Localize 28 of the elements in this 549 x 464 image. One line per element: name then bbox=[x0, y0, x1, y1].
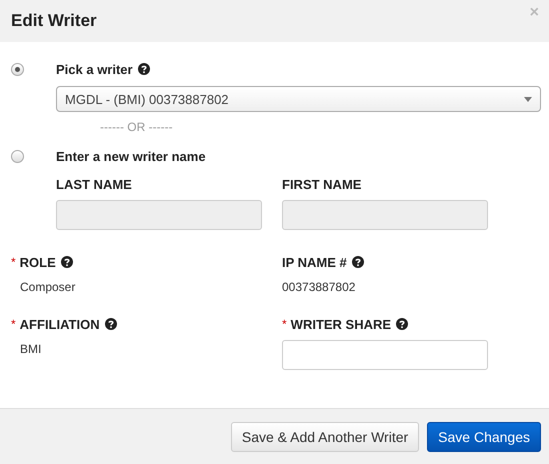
save-button[interactable]: Save Changes bbox=[427, 422, 541, 452]
field-value: Composer bbox=[20, 280, 76, 294]
required-mark: * bbox=[11, 255, 16, 269]
field-value: BMI bbox=[20, 342, 42, 356]
help-icon[interactable] bbox=[60, 256, 73, 268]
caret-icon bbox=[524, 96, 532, 102]
help-icon[interactable] bbox=[352, 256, 364, 268]
field-label: WRITER SHARE bbox=[290, 316, 392, 332]
writer-select[interactable]: MGDL - (BMI) 00373887802 bbox=[56, 86, 541, 112]
radio-button[interactable] bbox=[11, 150, 24, 162]
option-label: Enter a new writer name bbox=[56, 148, 206, 164]
help-icon[interactable] bbox=[104, 318, 117, 330]
separator-text: ------ OR ------ bbox=[100, 120, 173, 134]
field-label: ROLE bbox=[20, 254, 56, 270]
help-icon[interactable] bbox=[138, 63, 150, 75]
radio-button[interactable] bbox=[11, 62, 24, 76]
field-label: IP NAME # bbox=[282, 254, 347, 270]
dialog-title: Edit Writer bbox=[11, 11, 97, 31]
input-field[interactable] bbox=[282, 340, 488, 370]
field-label: FIRST NAME bbox=[282, 177, 362, 192]
required-mark: * bbox=[11, 317, 16, 331]
field-value: 00373887802 bbox=[282, 280, 356, 294]
field-label: LAST NAME bbox=[56, 177, 132, 192]
save-add-button[interactable]: Save & Add Another Writer bbox=[230, 422, 420, 452]
option-label: Pick a writer bbox=[56, 62, 133, 76]
help-icon[interactable] bbox=[396, 318, 408, 330]
required-mark: * bbox=[282, 317, 287, 331]
field-label: AFFILIATION bbox=[20, 316, 100, 332]
